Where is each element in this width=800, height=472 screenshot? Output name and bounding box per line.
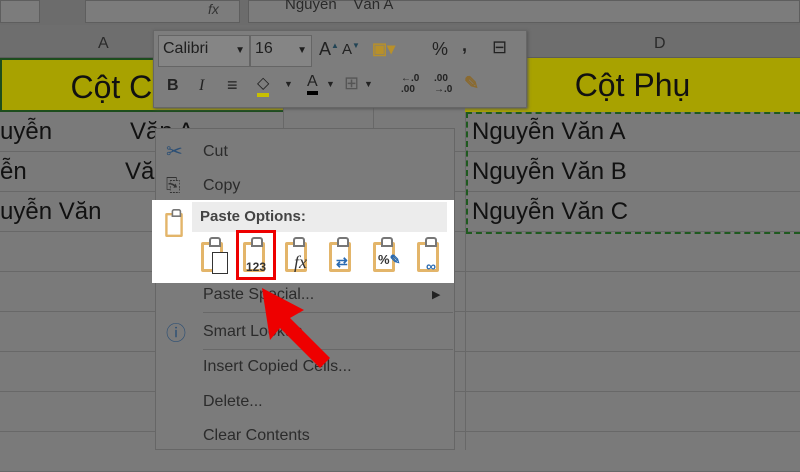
paste-options-title: Paste Options: — [192, 202, 447, 232]
paste-formulas-button[interactable]: fx — [282, 236, 316, 278]
cell-a4[interactable]: uyễn Văn — [0, 192, 101, 232]
menu-item-delete[interactable]: Delete... — [203, 393, 263, 411]
cell-d4[interactable]: Nguyễn Văn C — [472, 192, 628, 232]
cell-d3[interactable]: Nguyễn Văn B — [472, 152, 627, 192]
column-header-d[interactable]: D — [654, 35, 666, 53]
smart-lookup-icon: ⓘ — [166, 323, 186, 345]
cell-d2[interactable]: Nguyễn Văn A — [472, 112, 625, 152]
cell-a2[interactable]: uyễn — [0, 112, 52, 152]
font-color-dropdown[interactable]: ▼ — [326, 79, 335, 89]
accounting-format-icon[interactable]: ▣▾ — [372, 39, 395, 59]
fx-label: fx — [294, 252, 307, 272]
align-center-icon[interactable]: ≡ — [227, 75, 238, 96]
column-header-a[interactable]: A — [98, 35, 109, 53]
font-color-icon[interactable]: A — [307, 73, 318, 95]
fill-color-icon[interactable]: ◇ — [257, 73, 270, 97]
menu-item-copy[interactable]: Copy — [203, 177, 240, 195]
decrease-font-icon[interactable]: A▼ — [342, 41, 360, 58]
cell-a3[interactable]: ễn — [0, 152, 27, 192]
font-name: Calibri — [163, 40, 209, 57]
comma-style-button[interactable]: , — [462, 35, 467, 56]
menu-item-clear-contents[interactable]: Clear Contents — [203, 427, 310, 445]
paste-options-section: Paste Options: 123 fx ⇄ %✎ ∞ — [152, 200, 454, 283]
percent-style-button[interactable]: % — [432, 39, 448, 60]
fill-color-dropdown[interactable]: ▼ — [284, 79, 293, 89]
name-box[interactable] — [0, 0, 40, 23]
scissors-icon: ✂ — [166, 141, 183, 163]
formula-input[interactable]: Nguyễn Văn A — [248, 0, 800, 23]
merge-center-icon[interactable]: ⊟ — [492, 37, 507, 58]
increase-font-icon[interactable]: A▲ — [319, 39, 339, 60]
borders-dropdown[interactable]: ▼ — [364, 79, 373, 89]
submenu-arrow-icon: ▶ — [432, 289, 441, 301]
formula-buttons: fx — [85, 0, 240, 23]
decrease-decimal-button[interactable]: .00 →.0 — [434, 73, 456, 95]
italic-button[interactable]: I — [199, 77, 204, 95]
paste-transpose-button[interactable]: ⇄ — [326, 236, 360, 278]
fx-icon[interactable]: fx — [208, 1, 219, 17]
paste-options-icon — [160, 204, 194, 246]
copy-icon: ⎘ — [166, 175, 181, 195]
paste-formatting-button[interactable]: %✎ — [370, 236, 404, 278]
mini-toolbar: Calibri ▼ 16 ▼ A▲ A▼ ▣▾ % , ⊟ B I ≡ ◇ ▼ A ▼ … — [153, 30, 527, 108]
paste-link-button[interactable]: ∞ — [414, 236, 448, 278]
borders-icon[interactable]: ⊞ — [344, 73, 359, 94]
increase-decimal-button[interactable]: ←.0 .00 — [401, 73, 423, 95]
formula-bar: fx Nguyễn Văn A — [0, 0, 800, 25]
arrow-shape — [262, 288, 330, 368]
font-size: 16 — [255, 40, 273, 57]
selected-highlight-box — [236, 230, 276, 280]
font-name-select[interactable]: Calibri ▼ — [158, 35, 250, 67]
paste-button[interactable] — [198, 236, 232, 278]
font-size-select[interactable]: 16 ▼ — [250, 35, 312, 67]
red-arrow-annotation — [262, 288, 330, 368]
bold-button[interactable]: B — [167, 77, 179, 95]
menu-item-cut[interactable]: Cut — [203, 143, 228, 161]
format-painter-icon[interactable]: ✎ — [464, 73, 479, 94]
